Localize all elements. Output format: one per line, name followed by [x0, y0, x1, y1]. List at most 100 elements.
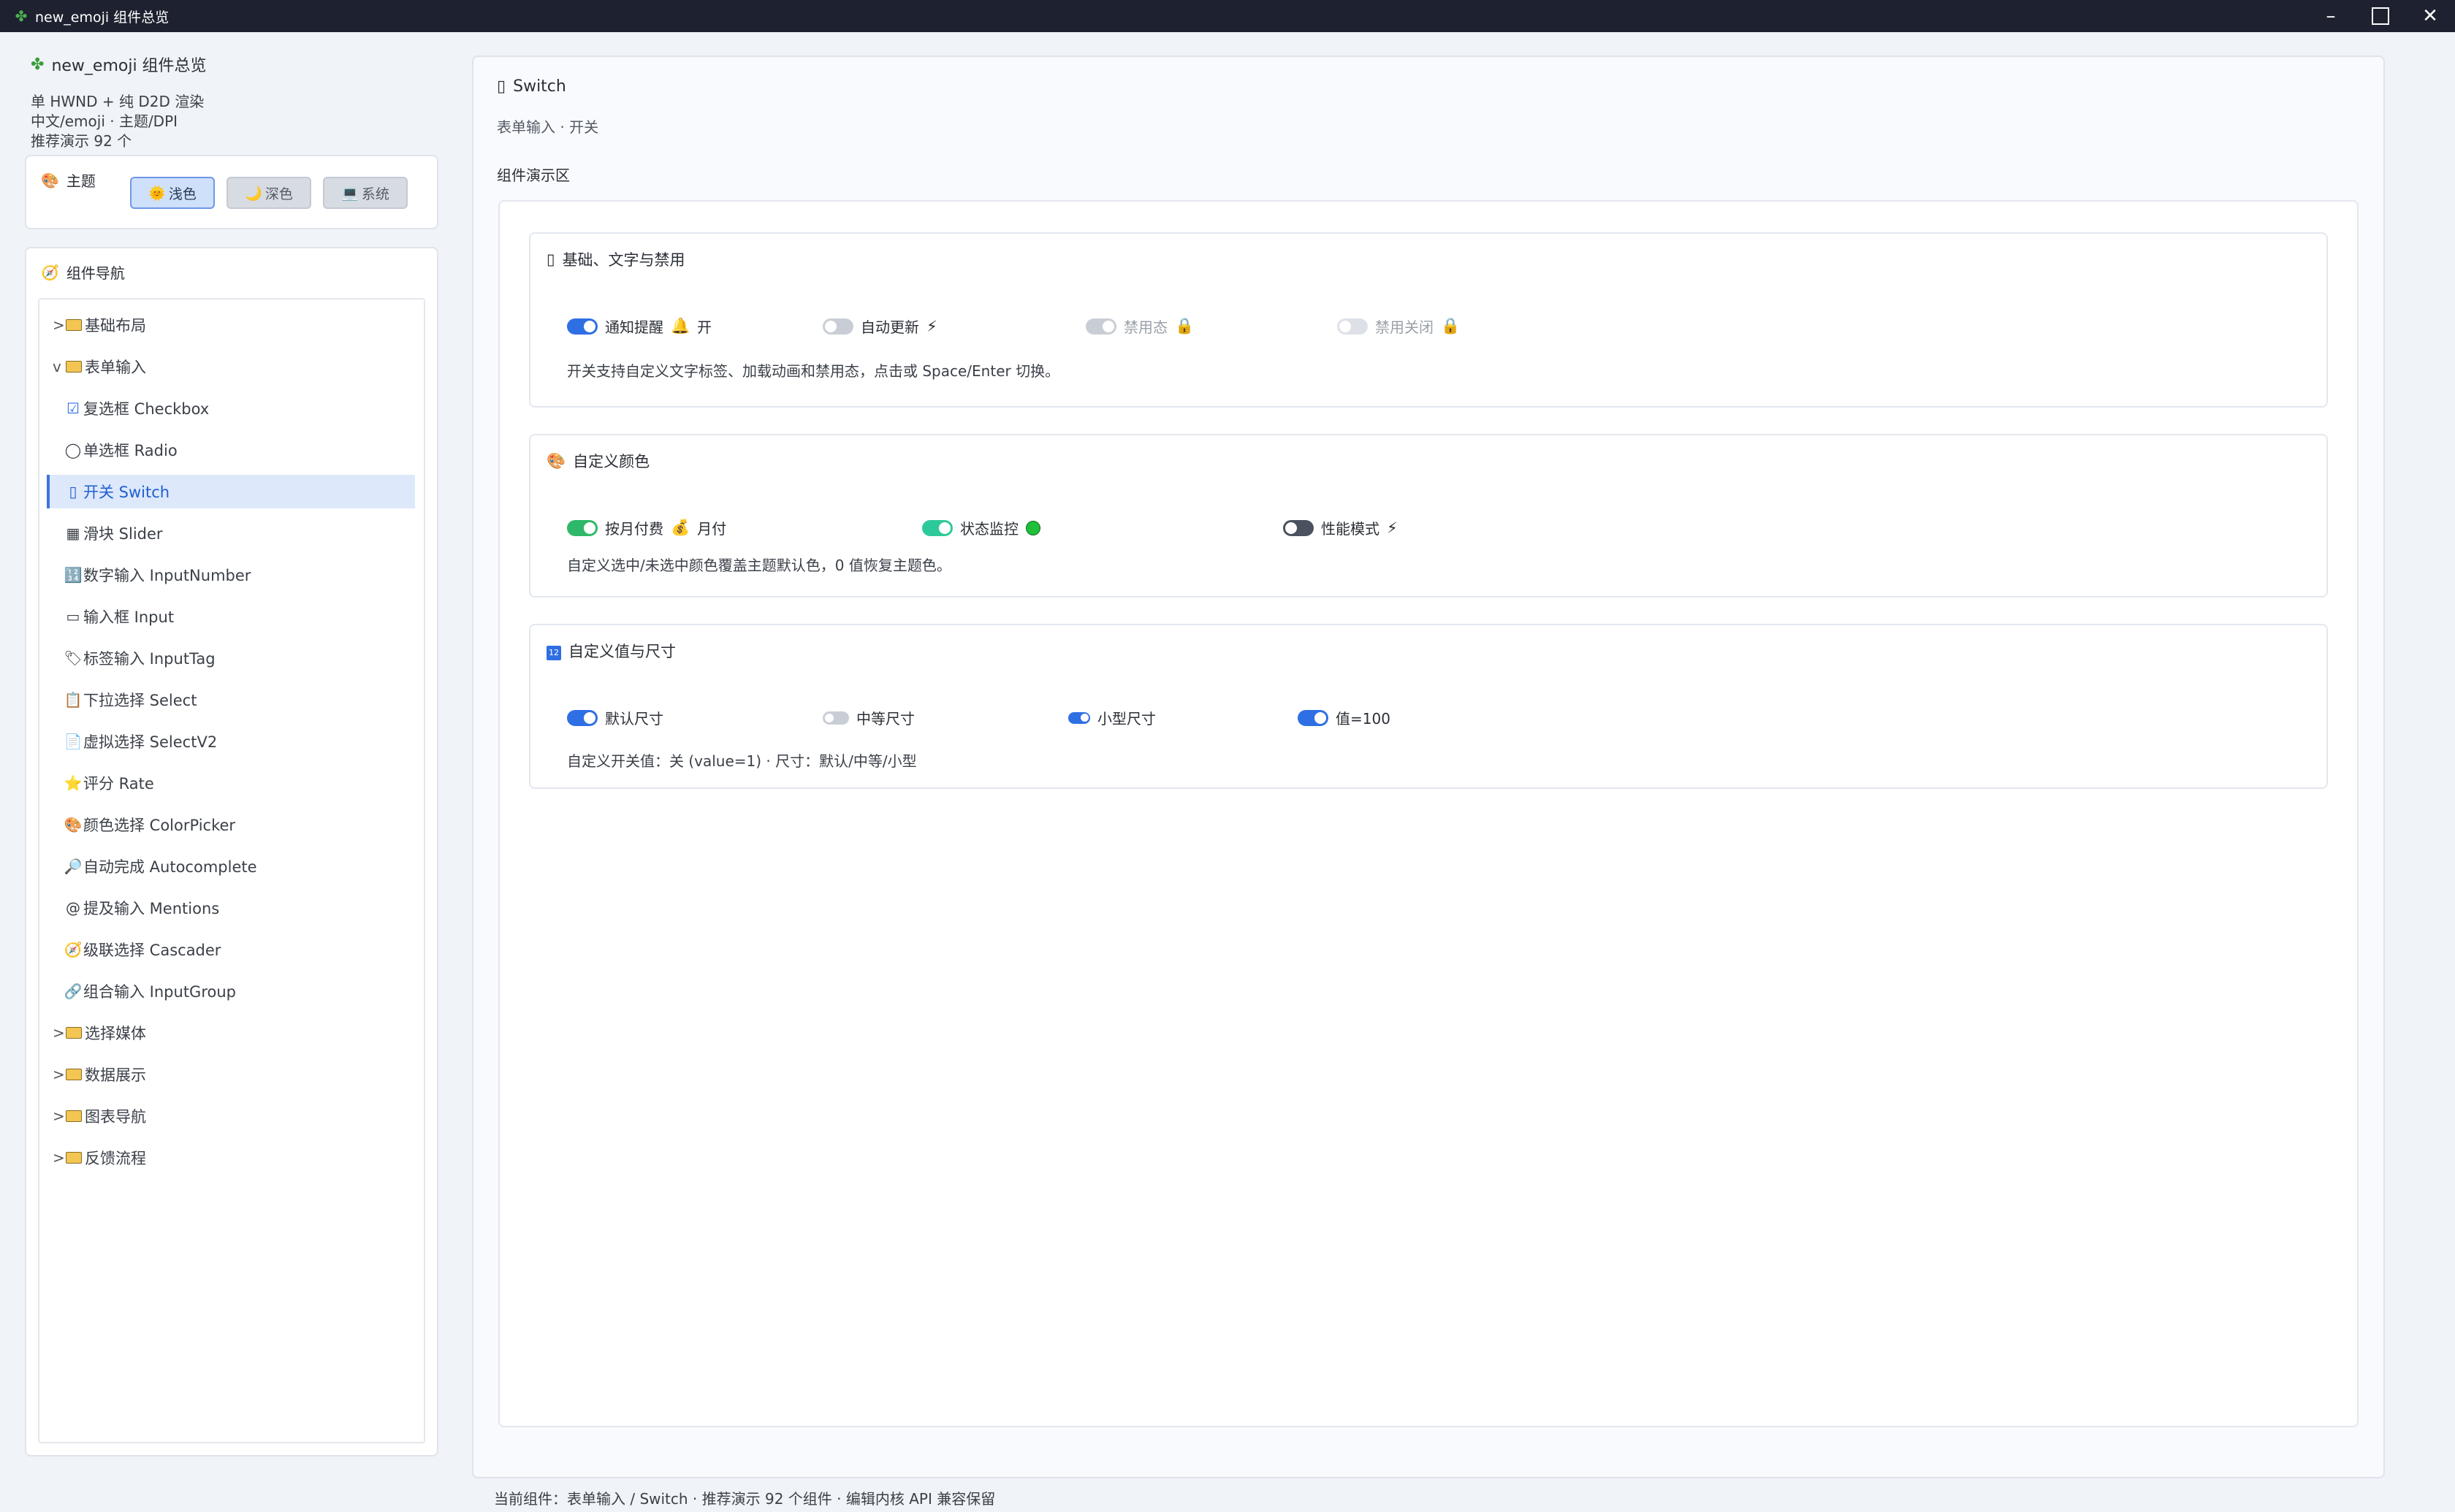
nav-item-label: 级联选择 Cascader — [83, 942, 221, 959]
nav-item[interactable]: 📄 虚拟选择 SelectV2 — [47, 725, 415, 758]
section-description: 开关支持自定义文字标签、加载动画和禁用态，点击或 Space/Enter 切换。 — [567, 362, 1060, 380]
theme-system-button[interactable]: 💻 系统 — [323, 177, 408, 209]
section-description: 自定义开关值：关 (value=1) · 尺寸：默认/中等/小型 — [567, 752, 917, 770]
switch-toggle[interactable] — [922, 519, 953, 536]
nav-group[interactable]: > 数据展示 — [47, 1058, 415, 1091]
nav-group[interactable]: > 图表导航 — [47, 1099, 415, 1133]
nav-item[interactable]: ◯ 单选框 Radio — [47, 433, 415, 467]
main-panel: ▯ Switch 表单输入 · 开关 组件演示区 ▯ 基础、文字与禁用 通知提醒… — [472, 56, 2385, 1478]
switch-toggle[interactable] — [823, 318, 853, 335]
nav-group[interactable]: v 表单输入 — [47, 350, 415, 383]
compass-icon: 🧭 — [64, 941, 83, 958]
folder-icon — [66, 1152, 82, 1164]
section-title: 基础、文字与禁用 — [562, 251, 685, 269]
folder-icon — [66, 361, 82, 373]
theme-dark-button[interactable]: 🌙 深色 — [227, 177, 311, 209]
nav-item-label: 下拉选择 Select — [83, 692, 197, 709]
nav-item[interactable]: 🏷 标签输入 InputTag — [47, 641, 415, 675]
nav-item-label: 提及输入 Mentions — [83, 900, 220, 917]
nav-item[interactable]: 🔗 组合输入 InputGroup — [47, 974, 415, 1008]
switch-toggle[interactable] — [567, 709, 598, 726]
window-titlebar: ✤ new_emoji 组件总览 – ✕ — [0, 0, 2455, 32]
switch-medium-size[interactable]: 中等尺寸 — [823, 707, 915, 728]
nav-item-label: 组合输入 InputGroup — [83, 983, 236, 1001]
bell-icon: 🔔 — [671, 317, 690, 335]
palette-icon: 🎨 — [64, 816, 83, 833]
nav-item[interactable]: 🔢 数字输入 InputNumber — [47, 558, 415, 592]
window-title: new_emoji 组件总览 — [35, 9, 170, 26]
folder-icon — [66, 1027, 82, 1039]
money-bag-icon: 💰 — [671, 519, 690, 536]
switch-toggle[interactable] — [1283, 519, 1314, 536]
switch-toggle[interactable] — [823, 711, 849, 725]
magnifier-icon: 🔎 — [64, 858, 83, 875]
nav-tree: > 基础布局 v 表单输入 ☑ 复选框 Checkbox ◯ 单选框 Radio ▯ 开关 Swi… — [38, 298, 425, 1443]
number-input-icon: 12 — [547, 641, 561, 660]
compass-icon: 🧭 — [41, 263, 59, 281]
radio-icon: ◯ — [64, 441, 82, 459]
link-icon: 🔗 — [64, 982, 83, 1000]
sidebar-title: new_emoji 组件总览 — [51, 57, 207, 75]
nav-item[interactable]: 🧭 级联选择 Cascader — [47, 933, 415, 966]
switch-default-size[interactable]: 默认尺寸 — [567, 707, 663, 728]
clipboard-icon: 📋 — [64, 691, 83, 709]
switch-label: 通知提醒 — [605, 318, 663, 336]
nav-item-label: 单选框 Radio — [83, 442, 178, 459]
switch-status-monitor[interactable]: 状态监控 — [922, 517, 1040, 538]
nav-item[interactable]: ▦ 滑块 Slider — [47, 516, 415, 550]
section-basic: ▯ 基础、文字与禁用 通知提醒 🔔 开 自动更新 ⚡ 禁用态 🔒 禁用关闭 🔒 … — [529, 232, 2328, 408]
nav-item[interactable]: @ 提及输入 Mentions — [47, 891, 415, 925]
switch-value-100[interactable]: 值=100 — [1298, 707, 1390, 728]
nav-group[interactable]: > 反馈流程 — [47, 1141, 415, 1175]
nav-item-label: 颜色选择 ColorPicker — [83, 817, 236, 834]
theme-button-label: 系统 — [361, 186, 389, 202]
section-custom-value-size: 12 自定义值与尺寸 默认尺寸 中等尺寸 小型尺寸 值=100 自定义开关值：关… — [529, 624, 2328, 789]
switch-toggle[interactable] — [1068, 711, 1090, 724]
switch-label: 按月付费 — [605, 520, 663, 538]
lightning-icon: ⚡ — [926, 317, 937, 335]
nav-item[interactable]: ▭ 输入框 Input — [47, 600, 415, 633]
input-icon: ▭ — [66, 608, 80, 625]
nav-item[interactable]: ☑ 复选框 Checkbox — [47, 392, 415, 425]
chevron-down-icon: v — [53, 358, 61, 375]
laptop-icon: 💻 — [341, 185, 359, 202]
switch-performance-mode[interactable]: 性能模式 ⚡ — [1283, 517, 1398, 538]
switch-label: 自动更新 — [861, 318, 919, 336]
nav-group[interactable]: > 基础布局 — [47, 308, 415, 342]
nav-item-label: 基础布局 — [85, 317, 146, 335]
switch-label: 禁用关闭 — [1375, 318, 1434, 336]
section-title: 自定义值与尺寸 — [568, 643, 676, 660]
switch-label: 小型尺寸 — [1097, 710, 1156, 728]
minimize-button[interactable]: – — [2306, 0, 2356, 32]
maximize-icon — [2372, 7, 2389, 25]
switch-toggle[interactable] — [567, 519, 598, 536]
switch-label: 状态监控 — [960, 520, 1019, 538]
switch-toggle[interactable] — [567, 318, 598, 335]
demo-area: ▯ 基础、文字与禁用 通知提醒 🔔 开 自动更新 ⚡ 禁用态 🔒 禁用关闭 🔒 … — [498, 200, 2359, 1427]
nav-group[interactable]: > 选择媒体 — [47, 1016, 415, 1050]
maximize-button[interactable] — [2356, 0, 2405, 32]
switch-small-size[interactable]: 小型尺寸 — [1068, 707, 1156, 728]
close-button[interactable]: ✕ — [2405, 0, 2455, 32]
nav-item[interactable]: ▯ 开关 Switch — [47, 475, 415, 508]
nav-item-label: 虚拟选择 SelectV2 — [83, 733, 218, 751]
nav-item[interactable]: 🔎 自动完成 Autocomplete — [47, 849, 415, 883]
nav-item[interactable]: ⭐ 评分 Rate — [47, 766, 415, 800]
nav-item[interactable]: 📋 下拉选择 Select — [47, 683, 415, 717]
theme-light-button[interactable]: 🌞 浅色 — [130, 177, 215, 209]
switch-toggle[interactable] — [1298, 709, 1328, 726]
sidebar-info: 单 HWND + 纯 D2D 渲染 中文/emoji · 主题/DPI 推荐演示… — [31, 92, 204, 151]
switch-label: 默认尺寸 — [605, 710, 663, 728]
status-bar: 当前组件：表单输入 / Switch · 推荐演示 92 个组件 · 编辑内核 … — [494, 1490, 996, 1508]
nav-item-label: 自动完成 Autocomplete — [83, 858, 257, 876]
component-nav-card: 🧭 组件导航 > 基础布局 v 表单输入 ☑ 复选框 Checkbox ◯ 单选框 Radio… — [25, 247, 438, 1456]
clover-icon: ✤ — [15, 7, 28, 25]
nav-item[interactable]: 🎨 颜色选择 ColorPicker — [47, 808, 415, 841]
star-icon: ⭐ — [64, 774, 83, 792]
switch-monthly-billing[interactable]: 按月付费 💰 月付 — [567, 517, 726, 538]
folder-icon — [66, 1069, 82, 1080]
switch-suffix: 开 — [697, 318, 712, 336]
switch-notification[interactable]: 通知提醒 🔔 开 — [567, 316, 712, 337]
switch-disabled-off: 禁用关闭 🔒 — [1337, 316, 1460, 337]
switch-auto-update[interactable]: 自动更新 ⚡ — [823, 316, 937, 337]
